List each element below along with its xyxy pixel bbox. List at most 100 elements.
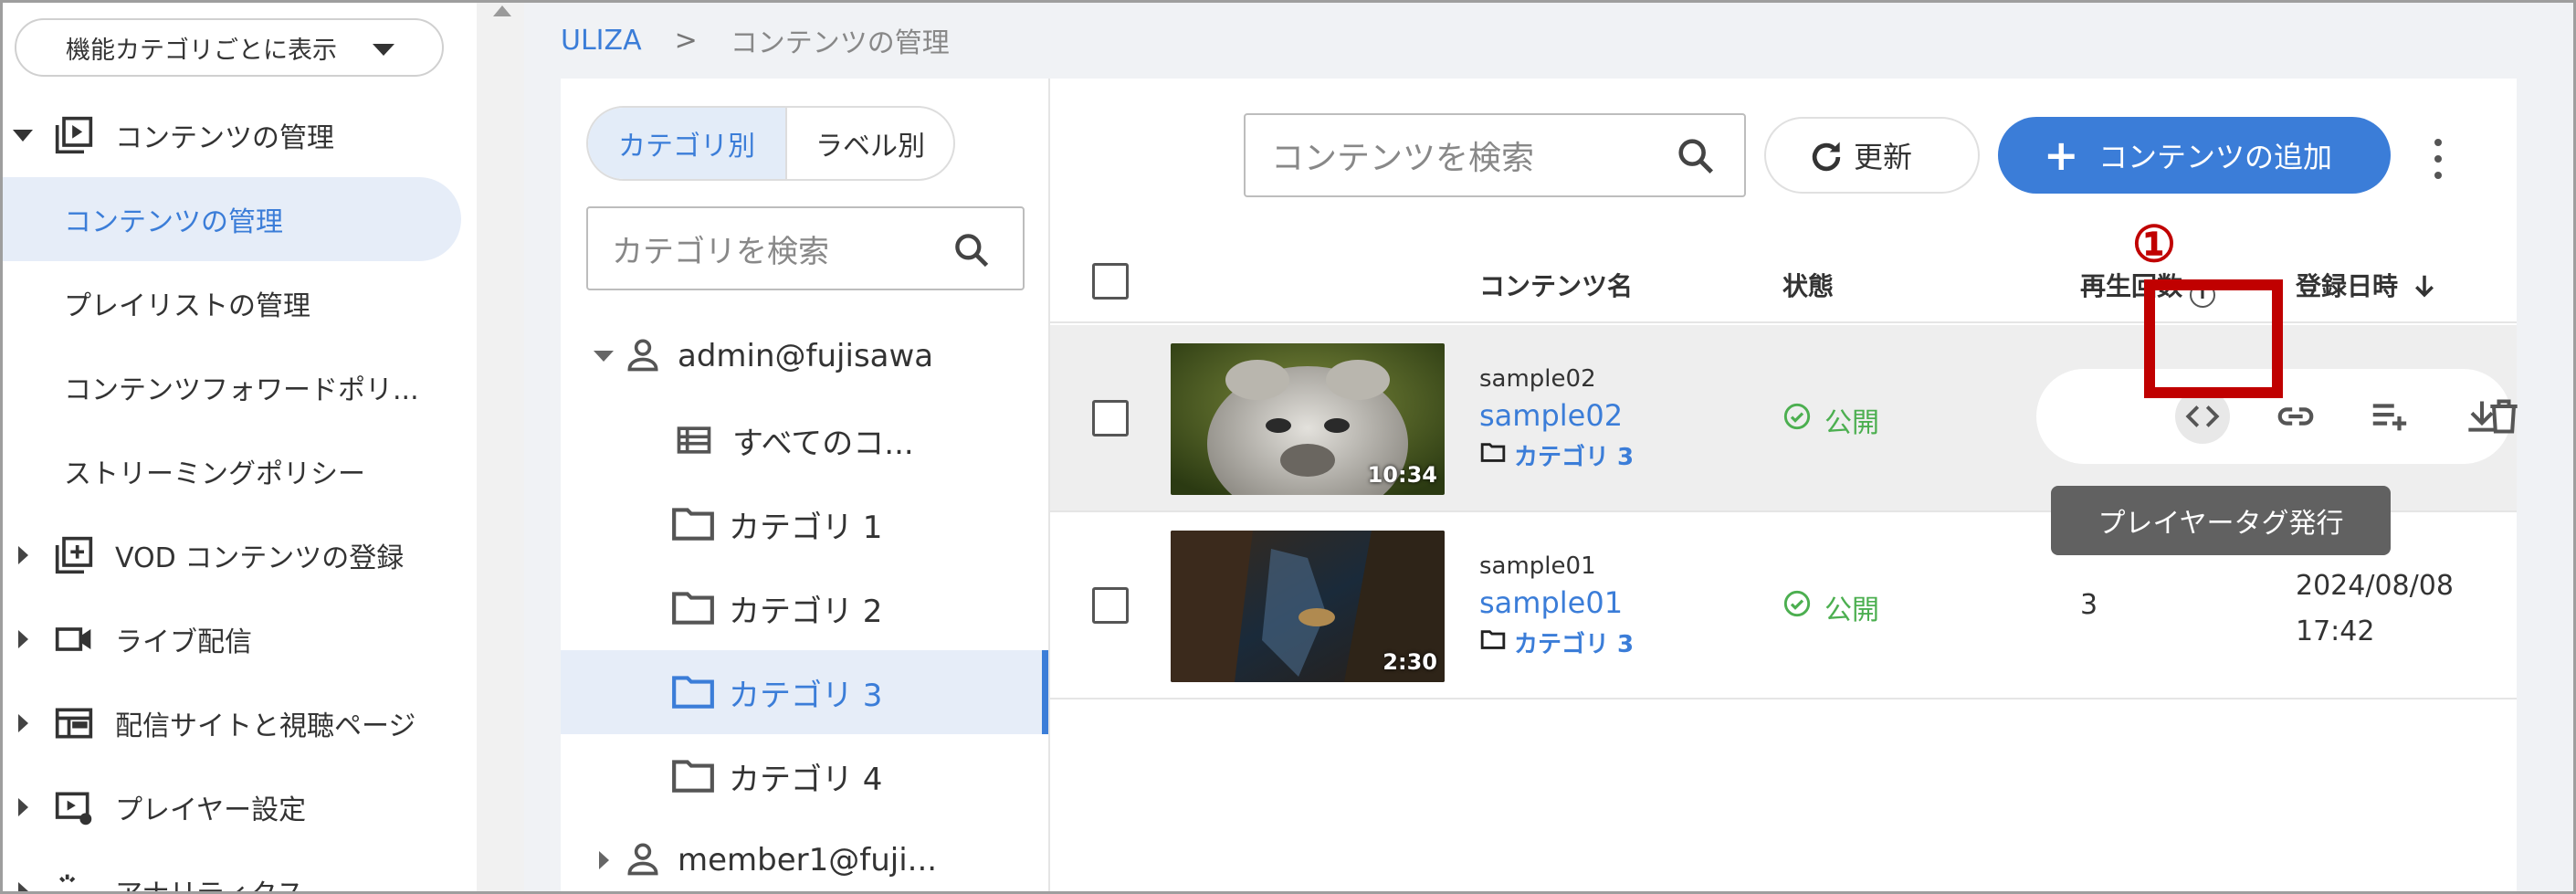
- add-content-label: コンテンツの追加: [2098, 140, 2333, 174]
- add-box-icon: [51, 532, 97, 578]
- tree-node-label: admin@fujisawa: [678, 338, 934, 374]
- nav-group-label: 配信サイトと視聴ページ: [115, 710, 416, 742]
- highlight-box: [2144, 279, 2283, 398]
- folder-icon: [670, 502, 716, 552]
- search-icon[interactable]: [952, 230, 992, 279]
- collapsed-arrow-icon: [18, 630, 28, 648]
- content-search-input[interactable]: コンテンツを検索: [1244, 113, 1746, 197]
- tree-node-category-3[interactable]: カテゴリ 3: [561, 650, 1048, 734]
- sidebar-scrollbar[interactable]: [477, 0, 524, 894]
- sidebar-item-playlist-management[interactable]: プレイリストの管理: [0, 261, 461, 345]
- view-mode-select[interactable]: 機能カテゴリごとに表示: [15, 18, 444, 77]
- tree-node-all[interactable]: すべてのコ...: [561, 398, 1048, 482]
- column-header-date[interactable]: 登録日時: [2296, 267, 2438, 307]
- tooltip: プレイヤータグ発行: [2051, 486, 2391, 555]
- analytics-icon: [51, 868, 97, 894]
- scroll-up-arrow-icon[interactable]: [493, 5, 511, 16]
- tree-node-admin[interactable]: admin@fujisawa: [561, 314, 1048, 398]
- nav-group-label: VOD コンテンツの登録: [115, 542, 405, 574]
- nav-group-analytics[interactable]: アナリティクス: [0, 849, 461, 894]
- videocam-icon: [51, 616, 97, 662]
- trash-icon[interactable]: [2476, 389, 2531, 444]
- playlist-add-icon[interactable]: [2361, 389, 2416, 444]
- check-circle-icon: [1782, 402, 1812, 438]
- sidebar-item-content-forward-policy[interactable]: コンテンツフォワードポリ...: [0, 345, 461, 429]
- collapsed-arrow-icon: [18, 882, 28, 894]
- sidebar-item-content-management[interactable]: コンテンツの管理: [0, 177, 461, 261]
- row-checkbox[interactable]: [1092, 587, 1129, 624]
- breadcrumb: ULIZA > コンテンツの管理: [561, 20, 950, 60]
- category-search-placeholder: カテゴリを検索: [612, 233, 829, 270]
- search-icon[interactable]: [1675, 135, 1717, 185]
- tab-by-category[interactable]: カテゴリ別: [588, 108, 785, 179]
- person-icon: [623, 334, 663, 383]
- tree-collapsed-icon[interactable]: [599, 851, 609, 869]
- nav-group-player-settings[interactable]: プレイヤー設定: [0, 765, 461, 849]
- nav-group-live[interactable]: ライブ配信: [0, 597, 461, 681]
- add-content-button[interactable]: + コンテンツの追加: [1998, 117, 2391, 194]
- nav-group-label: アナリティクス: [115, 871, 304, 894]
- category-panel: カテゴリ別 ラベル別 カテゴリを検索 admin@fujisawa すべてのコ.…: [561, 79, 1050, 894]
- content-name-link[interactable]: sample02: [1479, 398, 1623, 433]
- breadcrumb-separator: >: [674, 24, 698, 57]
- refresh-icon: [1806, 137, 1846, 184]
- sidebar-item-streaming-policy[interactable]: ストリーミングポリシー: [0, 429, 461, 513]
- player-settings-icon: [51, 784, 97, 830]
- nav-group-delivery-sites[interactable]: 配信サイトと視聴ページ: [0, 681, 461, 765]
- delete-icon[interactable]: [2548, 389, 2576, 444]
- folder-icon: [670, 670, 716, 720]
- nav-group-content-management[interactable]: コンテンツの管理: [0, 93, 461, 177]
- registered-date: 2024/08/08 17:42: [2296, 570, 2454, 647]
- step-callout: ①: [2131, 215, 2177, 273]
- content-search-placeholder: コンテンツを検索: [1271, 140, 1535, 177]
- video-duration: 10:34: [1367, 462, 1437, 488]
- column-header-status[interactable]: 状態: [1782, 267, 1834, 303]
- content-category[interactable]: カテゴリ 3: [1479, 438, 1634, 472]
- tree-node-label: member1@fuji...: [678, 842, 938, 878]
- play-count: 3: [2080, 589, 2098, 621]
- more-vert-icon[interactable]: [2420, 133, 2456, 184]
- table-row[interactable]: 10:34 sample02 sample02 カテゴリ 3 公開: [1050, 325, 2517, 512]
- content-name-link[interactable]: sample01: [1479, 585, 1623, 620]
- refresh-button[interactable]: 更新: [1764, 117, 1980, 194]
- list-icon: [674, 420, 714, 468]
- tree-node-label: カテゴリ 1: [729, 509, 883, 546]
- video-duration: 2:30: [1383, 649, 1437, 675]
- content-panel: コンテンツを検索 更新 + コンテンツの追加 コンテンツ名 状態 再生回数 i 登…: [1050, 79, 2518, 894]
- tree-node-category-2[interactable]: カテゴリ 2: [561, 566, 1048, 650]
- tree-expand-icon[interactable]: [594, 351, 614, 362]
- tree-node-label: カテゴリ 2: [729, 593, 883, 630]
- view-mode-label: 機能カテゴリごとに表示: [66, 36, 337, 65]
- content-category[interactable]: カテゴリ 3: [1479, 626, 1634, 659]
- tree-node-category-1[interactable]: カテゴリ 1: [561, 482, 1048, 566]
- collapsed-arrow-icon: [18, 546, 28, 564]
- tree-node-member[interactable]: member1@fuji...: [561, 818, 1048, 894]
- collapsed-arrow-icon: [18, 798, 28, 816]
- column-header-name[interactable]: コンテンツ名: [1479, 267, 1633, 303]
- refresh-label: 更新: [1854, 140, 1913, 174]
- breadcrumb-root-link[interactable]: ULIZA: [561, 25, 642, 57]
- breadcrumb-current: コンテンツの管理: [730, 27, 950, 59]
- person-icon: [623, 838, 663, 887]
- category-search-input[interactable]: カテゴリを検索: [586, 206, 1025, 290]
- video-thumbnail[interactable]: 10:34: [1171, 343, 1445, 495]
- check-circle-icon: [1782, 589, 1812, 626]
- sort-arrow-down-icon[interactable]: [2411, 271, 2438, 307]
- select-all-checkbox[interactable]: [1092, 263, 1129, 300]
- plus-icon: +: [2044, 131, 2079, 180]
- video-thumbnail[interactable]: 2:30: [1171, 531, 1445, 682]
- status-badge: 公開: [1782, 587, 1879, 627]
- tab-by-label[interactable]: ラベル別: [785, 108, 953, 179]
- tree-node-label: カテゴリ 3: [729, 677, 883, 714]
- caret-down-icon: [373, 44, 394, 56]
- expand-arrow-icon: [13, 129, 33, 142]
- nav-group-vod-register[interactable]: VOD コンテンツの登録: [0, 513, 461, 597]
- tree-node-label: すべてのコ...: [732, 425, 914, 462]
- tree-node-category-4[interactable]: カテゴリ 4: [561, 734, 1048, 818]
- status-badge: 公開: [1782, 400, 1879, 440]
- folder-icon: [1479, 440, 1507, 470]
- row-checkbox[interactable]: [1092, 400, 1129, 436]
- content-id: sample01: [1479, 552, 1596, 580]
- video-library-icon: [51, 112, 97, 158]
- nav-group-label: コンテンツの管理: [115, 122, 334, 154]
